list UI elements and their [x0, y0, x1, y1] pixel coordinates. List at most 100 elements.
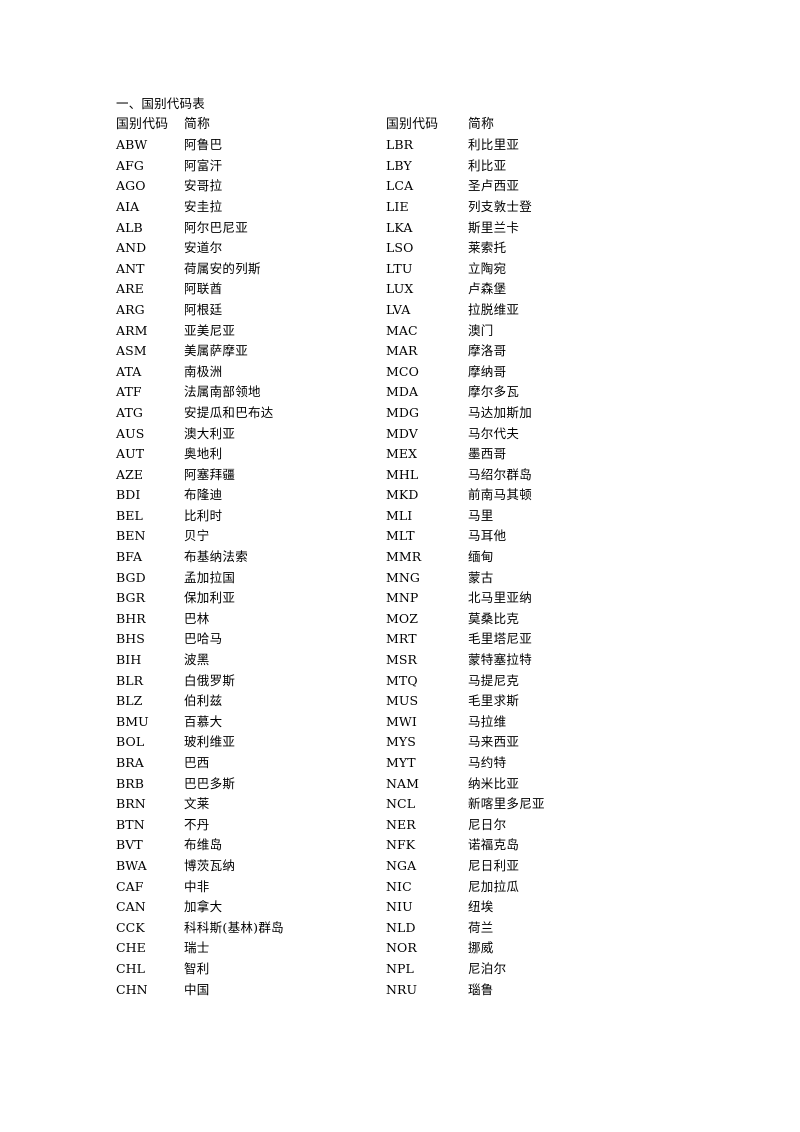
country-code-left: BGR: [116, 590, 146, 606]
country-code-left: BEL: [116, 507, 143, 523]
country-name-right: 新喀里多尼亚: [468, 796, 545, 812]
country-code-left: BFA: [116, 549, 143, 565]
country-code-right: MWI: [386, 713, 417, 729]
country-code-right: MCO: [386, 363, 419, 379]
table-row: ARG 阿根廷 LVA 拉脱维亚: [116, 300, 726, 321]
country-code-left: BEN: [116, 528, 146, 544]
table-row: AZE 阿塞拜疆 MHL 马绍尔群岛: [116, 465, 726, 486]
country-code-right: MDV: [386, 425, 418, 441]
country-code-left: ASM: [116, 343, 147, 359]
table-row: ATF 法属南部领地 MDA 摩尔多瓦: [116, 382, 726, 403]
country-code-left: BIH: [116, 652, 142, 668]
table-row: AIA 安圭拉 LIE 列支敦士登: [116, 197, 726, 218]
country-code-left: ALB: [116, 219, 143, 235]
country-code-right: LBR: [386, 137, 414, 153]
country-code-right: MYS: [386, 734, 416, 750]
country-name-right: 圣卢西亚: [468, 178, 520, 194]
country-name-right: 毛里塔尼亚: [468, 631, 533, 647]
country-name-left: 巴林: [184, 610, 210, 626]
table-row: BRN 文莱 NCL 新喀里多尼亚: [116, 794, 726, 815]
country-code-right: NLD: [386, 919, 416, 935]
country-code-left: CCK: [116, 919, 145, 935]
country-code-right: LSO: [386, 240, 414, 256]
country-code-right: MKD: [386, 487, 419, 503]
table-body: ABW 阿鲁巴 LBR 利比里亚 AFG 阿富汗 LBY 利比亚 AGO 安哥拉 LCA 圣卢西亚 AI…: [116, 135, 726, 1000]
country-code-right: MLT: [386, 528, 415, 544]
country-name-right: 尼加拉瓜: [468, 878, 520, 894]
country-name-right: 蒙古: [468, 569, 494, 585]
table-row: BIH 波黑 MSR 蒙特塞拉特: [116, 650, 726, 671]
country-name-left: 荷属安的列斯: [184, 260, 261, 276]
table-row: BFA 布基纳法索 MMR 缅甸: [116, 547, 726, 568]
country-name-right: 摩洛哥: [468, 343, 507, 359]
country-name-left: 布维岛: [184, 837, 223, 853]
country-name-right: 马里: [468, 507, 494, 523]
country-name-left: 安圭拉: [184, 198, 223, 214]
country-code-right: MTQ: [386, 672, 418, 688]
country-name-left: 安提瓜和巴布达: [184, 404, 274, 420]
table-row: BRB 巴巴多斯 NAM 纳米比亚: [116, 774, 726, 795]
document-page: 一、国别代码表 国别代码 简称 国别代码 简称 ABW 阿鲁巴 LBR 利比里亚 AFG…: [0, 0, 800, 1132]
country-code-right: MAC: [386, 322, 418, 338]
country-name-right: 瑙鲁: [468, 981, 494, 997]
country-name-right: 挪威: [468, 940, 494, 956]
table-row: CAF 中非 NIC 尼加拉瓜: [116, 877, 726, 898]
country-code-left: CHN: [116, 981, 148, 997]
country-name-right: 荷兰: [468, 919, 494, 935]
country-name-left: 阿富汗: [184, 157, 223, 173]
table-row: CCK 科科斯(基林)群岛 NLD 荷兰: [116, 918, 726, 939]
country-code-right: NFK: [386, 837, 416, 853]
country-code-left: ABW: [116, 137, 148, 153]
country-name-right: 蒙特塞拉特: [468, 652, 533, 668]
country-code-left: BLZ: [116, 693, 143, 709]
table-row: BVT 布维岛 NFK 诺福克岛: [116, 835, 726, 856]
country-code-left: BGD: [116, 569, 146, 585]
country-code-left: ATG: [116, 404, 143, 420]
country-name-right: 马来西亚: [468, 734, 520, 750]
country-code-left: CHL: [116, 960, 146, 976]
table-row: ARE 阿联酋 LUX 卢森堡: [116, 279, 726, 300]
column-header-name-left: 简称: [184, 116, 211, 132]
country-name-left: 阿联酋: [184, 281, 223, 297]
country-code-right: NOR: [386, 940, 417, 956]
country-code-right: MUS: [386, 693, 419, 709]
country-name-left: 亚美尼亚: [184, 322, 236, 338]
country-code-left: AUS: [116, 425, 145, 441]
country-name-right: 尼日利亚: [468, 857, 520, 873]
country-code-left: CHE: [116, 940, 146, 956]
country-code-right: MNG: [386, 569, 421, 585]
country-code-right: LCA: [386, 178, 414, 194]
country-code-right: LTU: [386, 260, 413, 276]
country-name-left: 中非: [184, 878, 210, 894]
country-code-left: CAN: [116, 899, 146, 915]
country-name-right: 利比里亚: [468, 137, 520, 153]
country-code-right: NIU: [386, 899, 413, 915]
country-code-right: MYT: [386, 755, 416, 770]
country-code-left: ATA: [116, 363, 142, 379]
country-code-right: NRU: [386, 981, 418, 997]
country-code-right: MEX: [386, 446, 418, 462]
country-code-left: BVT: [116, 837, 143, 853]
country-name-left: 阿尔巴尼亚: [184, 219, 249, 235]
table-header-row: 国别代码 简称 国别代码 简称: [116, 115, 726, 136]
country-name-right: 马耳他: [468, 528, 507, 544]
table-row: BEL 比利时 MLI 马里: [116, 506, 726, 527]
table-row: CHE 瑞士 NOR 挪威: [116, 938, 726, 959]
country-name-right: 尼日尔: [468, 816, 507, 832]
table-row: CHN 中国 NRU 瑙鲁: [116, 980, 726, 1001]
country-code-left: AND: [116, 240, 147, 256]
country-code-left: AGO: [116, 178, 146, 194]
column-header-name-right: 简称: [468, 116, 495, 132]
country-code-right: MSR: [386, 652, 418, 668]
table-row: BGR 保加利亚 MNP 北马里亚纳: [116, 588, 726, 609]
country-code-left: ARM: [116, 322, 148, 338]
country-name-left: 玻利维亚: [184, 734, 236, 750]
country-code-left: AIA: [116, 198, 140, 214]
document-content: 一、国别代码表 国别代码 简称 国别代码 简称 ABW 阿鲁巴 LBR 利比里亚 AFG…: [116, 94, 726, 1000]
table-row: ATG 安提瓜和巴布达 MDG 马达加斯加: [116, 403, 726, 424]
table-row: BDI 布隆迪 MKD 前南马其顿: [116, 485, 726, 506]
country-code-left: BTN: [116, 816, 145, 832]
country-name-right: 马尔代夫: [468, 425, 520, 441]
country-code-left: BMU: [116, 713, 149, 729]
table-row: AUT 奥地利 MEX 墨西哥: [116, 444, 726, 465]
